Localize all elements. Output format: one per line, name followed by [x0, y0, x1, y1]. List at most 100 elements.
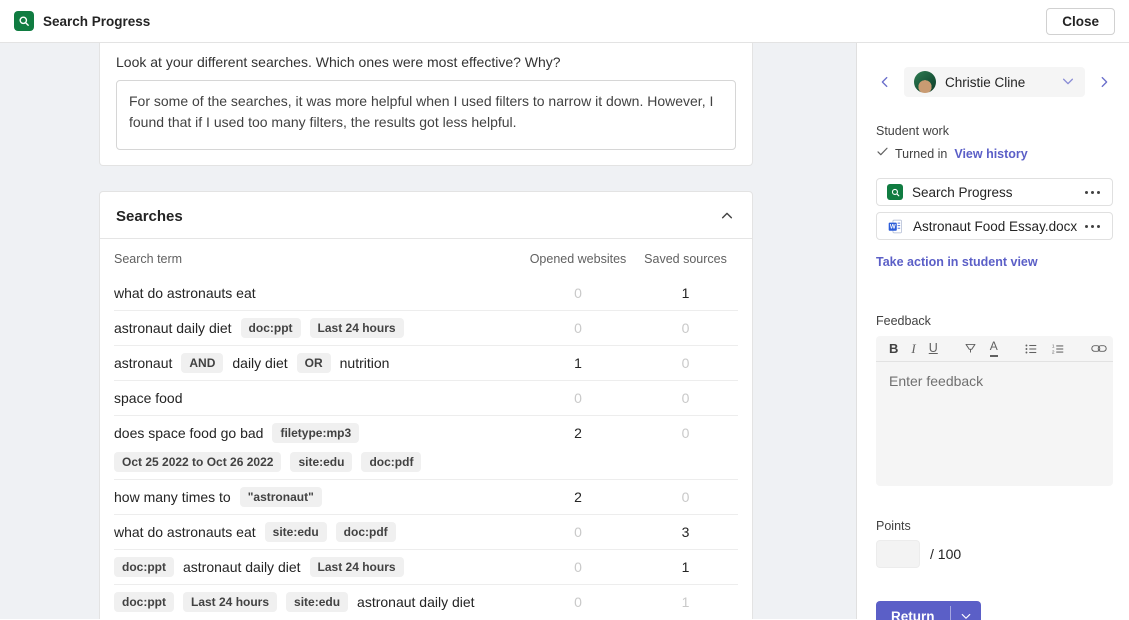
term-text: astronaut daily diet — [357, 592, 475, 612]
search-term: does space food go bad filetype:mp3 Oct 25… — [114, 423, 523, 472]
font-color-icon[interactable]: A — [990, 340, 998, 356]
question-prompt: Look at your different searches. Which o… — [116, 54, 736, 70]
filter-chip: doc:ppt — [241, 318, 301, 338]
points-max: / 100 — [930, 546, 961, 562]
search-term: how many times to "astronaut" — [114, 487, 523, 507]
checkmark-icon — [876, 145, 889, 163]
filter-chip: doc:pdf — [336, 522, 396, 542]
top-bar: Search Progress Close — [0, 0, 1129, 43]
chevron-up-icon — [720, 211, 734, 226]
search-progress-icon — [887, 184, 903, 200]
italic-icon[interactable]: I — [911, 342, 915, 355]
search-term: space food — [114, 388, 523, 408]
filter-chip: site:edu — [290, 452, 352, 472]
collapse-section-button[interactable] — [718, 207, 736, 225]
term-text: daily diet — [232, 353, 287, 373]
search-term: doc:pptastronaut daily dietLast 24 hours — [114, 557, 523, 577]
more-options-icon[interactable] — [1083, 187, 1102, 198]
search-term: doc:ppt Last 24 hours site:edu astronaut da… — [114, 592, 523, 612]
return-split-button: Return — [876, 601, 981, 620]
bullet-list-icon[interactable] — [1024, 342, 1038, 356]
svg-text:2: 2 — [1052, 349, 1055, 355]
opened-websites-count: 0 — [523, 522, 633, 542]
search-progress-icon — [14, 11, 34, 31]
link-icon[interactable] — [1091, 343, 1107, 354]
attachments-list: Search Progress W Astronaut Food Essay.d… — [876, 178, 1113, 240]
opened-websites-count: 0 — [523, 557, 633, 577]
column-header-opened-websites: Opened websites — [523, 252, 633, 266]
filter-chip: doc:ppt — [114, 592, 174, 612]
opened-websites-count: 2 — [523, 487, 633, 507]
searches-title: Searches — [116, 208, 183, 225]
searches-card: Searches Search term Opened websites Sav… — [99, 191, 753, 619]
search-row: doc:ppt Last 24 hours site:edu astronaut da… — [114, 584, 738, 619]
attachment-search-progress[interactable]: Search Progress — [876, 178, 1113, 206]
filter-chip: Last 24 hours — [183, 592, 277, 612]
chevron-right-icon — [1097, 77, 1111, 92]
feedback-editor: B I U A 12 Enter feed — [876, 336, 1113, 486]
filter-chip: "astronaut" — [240, 487, 322, 507]
student-answer-box[interactable]: For some of the searches, it was more he… — [116, 80, 736, 150]
filter-chip: Last 24 hours — [310, 318, 404, 338]
term-text: how many times to — [114, 487, 231, 507]
avatar — [914, 71, 936, 93]
saved-sources-count: 0 — [633, 388, 738, 408]
numbered-list-icon[interactable]: 12 — [1051, 342, 1065, 356]
opened-websites-count: 1 — [523, 353, 633, 373]
saved-sources-count: 0 — [633, 487, 738, 507]
more-options-icon[interactable] — [1083, 221, 1102, 232]
close-button[interactable]: Close — [1046, 8, 1115, 35]
opened-websites-count: 0 — [523, 283, 633, 303]
opened-websites-count: 0 — [523, 592, 633, 612]
opened-websites-count: 2 — [523, 423, 633, 443]
take-action-link[interactable]: Take action in student view — [876, 255, 1038, 269]
search-row: astronautANDdaily dietORnutrition10 — [114, 345, 738, 380]
filter-chip: filetype:mp3 — [272, 423, 359, 443]
term-text: nutrition — [340, 353, 390, 373]
student-work-label: Student work — [876, 124, 1113, 138]
term-text: astronaut daily diet — [114, 318, 232, 338]
filter-chip: AND — [181, 353, 223, 373]
page-title: Search Progress — [43, 14, 150, 29]
view-history-link[interactable]: View history — [954, 147, 1027, 161]
saved-sources-count: 0 — [633, 353, 738, 373]
previous-student-button[interactable] — [876, 73, 894, 91]
chevron-left-icon — [878, 77, 892, 92]
searches-table: Search term Opened websites Saved source… — [100, 239, 752, 619]
filter-chip: site:edu — [286, 592, 348, 612]
term-text: does space food go bad — [114, 423, 263, 443]
search-term: astronautANDdaily dietORnutrition — [114, 353, 523, 373]
opened-websites-count: 0 — [523, 388, 633, 408]
formatting-toolbar: B I U A 12 — [876, 336, 1113, 362]
search-row: what do astronauts eatsite:edudoc:pdf03 — [114, 514, 738, 549]
filter-chip: doc:ppt — [114, 557, 174, 577]
student-selector-dropdown[interactable]: Christie Cline — [904, 67, 1085, 97]
saved-sources-count: 1 — [633, 283, 738, 303]
svg-text:W: W — [890, 223, 896, 230]
return-button[interactable]: Return — [876, 601, 950, 620]
highlighter-icon[interactable] — [964, 342, 977, 355]
main-content-area: Look at your different searches. Which o… — [0, 43, 856, 619]
feedback-label: Feedback — [876, 314, 1113, 328]
filter-chip: doc:pdf — [361, 452, 421, 472]
term-text: astronaut — [114, 353, 172, 373]
next-student-button[interactable] — [1095, 73, 1113, 91]
bold-icon[interactable]: B — [889, 342, 898, 355]
search-term: astronaut daily diet doc:ppt Last 24 hours — [114, 318, 523, 338]
underline-icon[interactable]: U — [929, 342, 938, 355]
feedback-input[interactable]: Enter feedback — [876, 362, 1113, 400]
saved-sources-count: 1 — [633, 557, 738, 577]
column-header-saved-sources: Saved sources — [633, 252, 738, 266]
saved-sources-count: 3 — [633, 522, 738, 542]
attachment-essay-docx[interactable]: W Astronaut Food Essay.docx — [876, 212, 1113, 240]
chevron-down-icon — [960, 610, 972, 620]
filter-chip: Oct 25 2022 to Oct 26 2022 — [114, 452, 281, 472]
search-row: what do astronauts eat01 — [114, 276, 738, 310]
search-row: doc:pptastronaut daily dietLast 24 hours… — [114, 549, 738, 584]
question-card: Look at your different searches. Which o… — [99, 43, 753, 166]
return-options-button[interactable] — [951, 601, 981, 620]
search-row: astronaut daily diet doc:ppt Last 24 hours… — [114, 310, 738, 345]
points-input[interactable] — [876, 540, 920, 568]
saved-sources-count: 0 — [633, 423, 738, 443]
student-name: Christie Cline — [945, 75, 1061, 90]
